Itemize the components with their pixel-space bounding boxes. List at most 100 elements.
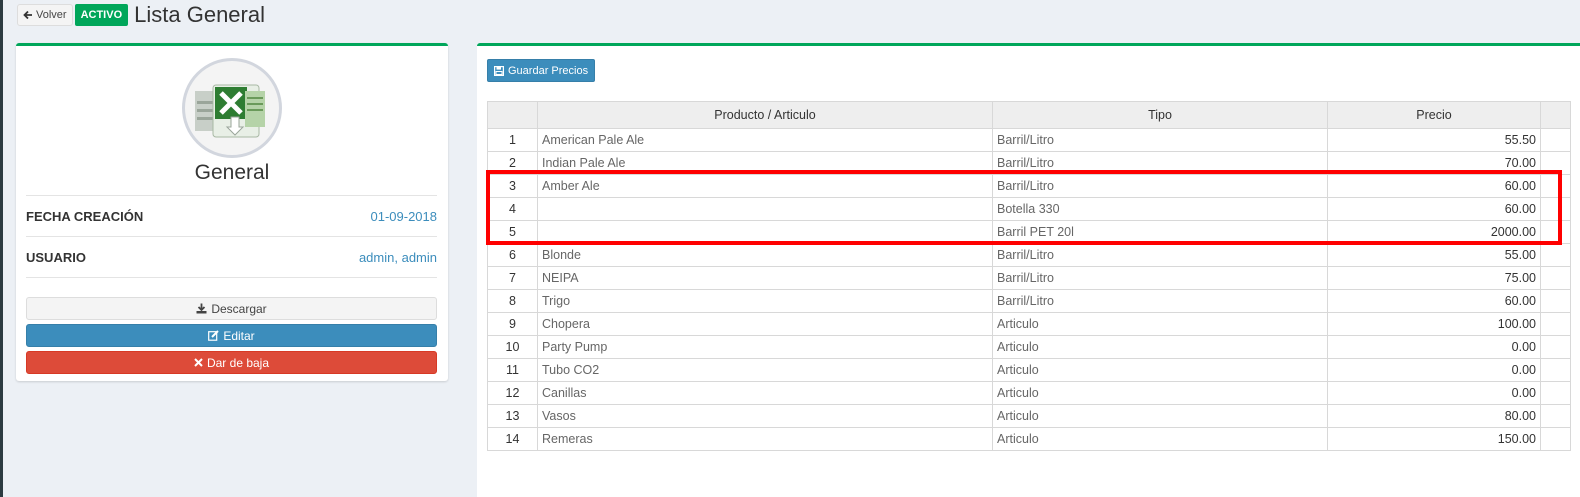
price-cell[interactable]: 150.00 <box>1327 427 1541 451</box>
extra-cell <box>1540 381 1571 405</box>
product-cell[interactable]: Tubo CO2 <box>537 358 993 382</box>
status-badge: ACTIVO <box>74 4 129 26</box>
row-index-cell: 11 <box>487 358 538 382</box>
product-cell[interactable]: Remeras <box>537 427 993 451</box>
price-cell[interactable]: 0.00 <box>1327 381 1541 405</box>
table-row: 9 Chopera Articulo 100.00 <box>487 312 1571 336</box>
table-header-row: Producto / Articulo Tipo Precio <box>487 101 1571 129</box>
type-cell: Articulo <box>992 427 1328 451</box>
edit-button[interactable]: Editar <box>26 324 437 347</box>
type-cell: Barril/Litro <box>992 151 1328 175</box>
save-prices-button-label: Guardar Precios <box>508 64 589 77</box>
price-cell[interactable]: 80.00 <box>1327 404 1541 428</box>
price-cell[interactable]: 100.00 <box>1327 312 1541 336</box>
price-cell[interactable]: 55.00 <box>1327 243 1541 267</box>
product-cell[interactable]: Canillas <box>537 381 993 405</box>
row-index-cell: 6 <box>487 243 538 267</box>
table-row: 13 Vasos Articulo 80.00 <box>487 404 1571 428</box>
product-cell[interactable]: Indian Pale Ale <box>537 151 993 175</box>
row-index-cell: 1 <box>487 128 538 152</box>
price-cell[interactable]: 60.00 <box>1327 289 1541 313</box>
product-cell[interactable]: Vasos <box>537 404 993 428</box>
row-index-cell: 4 <box>487 197 538 221</box>
download-button[interactable]: Descargar <box>26 297 437 320</box>
page-header: Volver ACTIVO Lista General <box>17 4 265 26</box>
extra-cell <box>1540 289 1571 313</box>
column-header-type: Tipo <box>992 101 1328 129</box>
type-cell: Articulo <box>992 404 1328 428</box>
product-cell[interactable] <box>537 197 993 221</box>
user-value[interactable]: admin, admin <box>359 250 437 265</box>
product-cell[interactable] <box>537 220 993 244</box>
save-prices-button[interactable]: Guardar Precios <box>487 59 596 82</box>
user-label: USUARIO <box>26 249 86 265</box>
download-button-label: Descargar <box>211 301 267 316</box>
row-index-cell: 5 <box>487 220 538 244</box>
row-index-cell: 3 <box>487 174 538 198</box>
extra-cell <box>1540 358 1571 382</box>
extra-cell <box>1540 427 1571 451</box>
divider <box>26 277 437 278</box>
arrow-left-icon <box>23 10 32 20</box>
product-cell[interactable]: Blonde <box>537 243 993 267</box>
price-cell[interactable]: 70.00 <box>1327 151 1541 175</box>
deactivate-button[interactable]: Dar de baja <box>26 351 437 374</box>
sidebar-edge <box>0 0 3 497</box>
list-profile-box: General FECHA CREACIÓN 01-09-2018 USUARI… <box>16 43 448 381</box>
extra-cell <box>1540 243 1571 267</box>
extra-cell <box>1540 151 1571 175</box>
back-button[interactable]: Volver <box>17 4 73 26</box>
product-cell[interactable]: Party Pump <box>537 335 993 359</box>
type-cell: Articulo <box>992 358 1328 382</box>
product-cell[interactable]: American Pale Ale <box>537 128 993 152</box>
creation-date-label: FECHA CREACIÓN <box>26 208 144 224</box>
price-cell[interactable]: 75.00 <box>1327 266 1541 290</box>
product-cell[interactable]: NEIPA <box>537 266 993 290</box>
extra-cell <box>1540 312 1571 336</box>
profile-name: General <box>194 161 270 184</box>
type-cell: Barril PET 20l <box>992 220 1328 244</box>
price-cell[interactable]: 60.00 <box>1327 197 1541 221</box>
edit-button-label: Editar <box>223 328 255 343</box>
product-cell[interactable]: Trigo <box>537 289 993 313</box>
table-row: 7 NEIPA Barril/Litro 75.00 <box>487 266 1571 290</box>
extra-cell <box>1540 404 1571 428</box>
table-row: 10 Party Pump Articulo 0.00 <box>487 335 1571 359</box>
extra-cell <box>1540 335 1571 359</box>
table-row: 8 Trigo Barril/Litro 60.00 <box>487 289 1571 313</box>
table-row: 12 Canillas Articulo 0.00 <box>487 381 1571 405</box>
price-cell[interactable]: 2000.00 <box>1327 220 1541 244</box>
row-index-cell: 12 <box>487 381 538 405</box>
extra-cell <box>1540 197 1571 221</box>
row-index-cell: 14 <box>487 427 538 451</box>
type-cell: Barril/Litro <box>992 174 1328 198</box>
floppy-disk-icon <box>494 65 504 76</box>
column-header-price: Precio <box>1327 101 1541 129</box>
row-index-cell: 8 <box>487 289 538 313</box>
type-cell: Articulo <box>992 381 1328 405</box>
edit-icon <box>208 330 220 341</box>
row-index-cell: 13 <box>487 404 538 428</box>
product-cell[interactable]: Chopera <box>537 312 993 336</box>
price-cell[interactable]: 55.50 <box>1327 128 1541 152</box>
creation-date-row: FECHA CREACIÓN 01-09-2018 <box>26 195 437 236</box>
product-cell[interactable]: Amber Ale <box>537 174 993 198</box>
table-row: 2 Indian Pale Ale Barril/Litro 70.00 <box>487 151 1571 175</box>
type-cell: Barril/Litro <box>992 289 1328 313</box>
page-title: Lista General <box>134 2 265 27</box>
price-cell[interactable]: 60.00 <box>1327 174 1541 198</box>
table-row: 3 Amber Ale Barril/Litro 60.00 <box>487 174 1571 198</box>
row-index-cell: 10 <box>487 335 538 359</box>
prices-table: Producto / Articulo Tipo Precio 1 America… <box>487 101 1571 451</box>
price-cell[interactable]: 0.00 <box>1327 335 1541 359</box>
price-cell[interactable]: 0.00 <box>1327 358 1541 382</box>
prices-table-body: 1 American Pale Ale Barril/Litro 55.50 2 Indi… <box>487 128 1571 451</box>
table-row: 4 Botella 330 60.00 <box>487 197 1571 221</box>
type-cell: Barril/Litro <box>992 243 1328 267</box>
table-row: 5 Barril PET 20l 2000.00 <box>487 220 1571 244</box>
extra-cell <box>1540 220 1571 244</box>
creation-date-value: 01-09-2018 <box>370 208 438 224</box>
type-cell: Barril/Litro <box>992 266 1328 290</box>
extra-cell <box>1540 174 1571 198</box>
table-row: 1 American Pale Ale Barril/Litro 55.50 <box>487 128 1571 152</box>
